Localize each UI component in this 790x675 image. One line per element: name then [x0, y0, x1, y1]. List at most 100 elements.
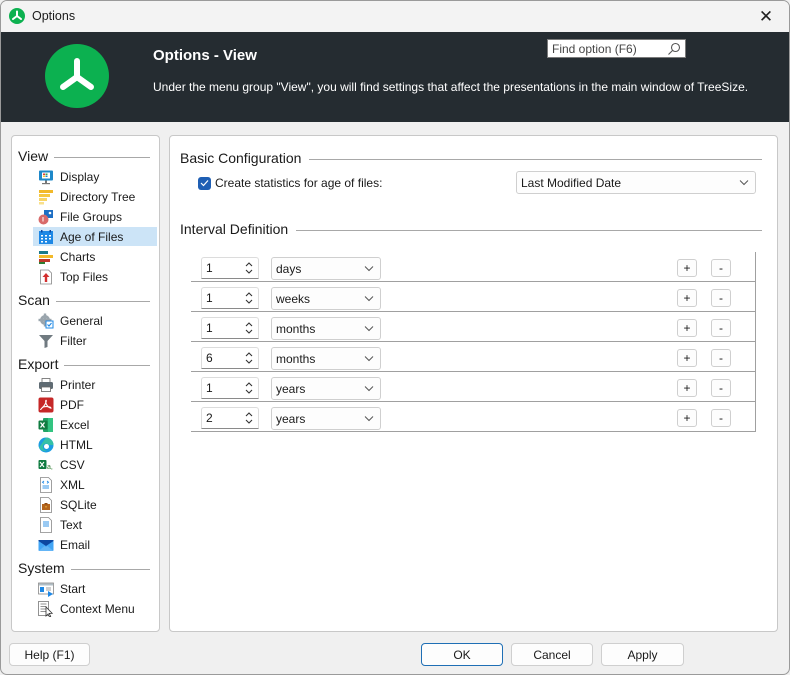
- chevron-down-icon: [364, 296, 374, 302]
- nav-item-sqlite[interactable]: SQLite: [33, 495, 157, 514]
- nav-item-label: Filter: [60, 333, 87, 348]
- nav-item-filter[interactable]: Filter: [33, 331, 157, 350]
- search-icon[interactable]: [667, 42, 681, 56]
- nav-item-pdf[interactable]: PDF: [33, 395, 157, 414]
- nav-item-excel[interactable]: Excel: [33, 415, 157, 434]
- interval-unit-dropdown[interactable]: months: [271, 347, 381, 370]
- text-file-icon: [38, 516, 54, 533]
- spinner-arrows-icon[interactable]: [245, 321, 253, 335]
- interval-value-spinner[interactable]: 6: [201, 347, 259, 369]
- remove-interval-label: -: [719, 261, 723, 275]
- context-menu-icon: [38, 600, 54, 618]
- nav-item-label: HTML: [60, 437, 93, 452]
- interval-value-spinner[interactable]: 1: [201, 257, 259, 279]
- nav-item-printer[interactable]: Printer: [33, 375, 157, 394]
- remove-interval-button[interactable]: -: [711, 289, 731, 307]
- add-interval-button[interactable]: +: [677, 379, 697, 397]
- nav-item-top-files[interactable]: Top Files: [33, 267, 157, 286]
- interval-unit: years: [276, 381, 306, 396]
- interval-unit: months: [276, 321, 316, 336]
- nav-item-directory-tree[interactable]: Directory Tree: [33, 187, 157, 206]
- interval-value: 1: [206, 381, 213, 395]
- nav-item-label: Excel: [60, 417, 90, 432]
- nav-item-email[interactable]: Email: [33, 535, 157, 554]
- spinner-arrows-icon[interactable]: [245, 381, 253, 395]
- ok-button[interactable]: OK: [421, 643, 503, 666]
- help-button-label: Help (F1): [24, 647, 75, 662]
- nav-item-age-of-files[interactable]: Age of Files: [33, 227, 157, 246]
- remove-interval-button[interactable]: -: [711, 409, 731, 427]
- interval-unit: months: [276, 351, 316, 366]
- top-files-icon: [38, 269, 54, 285]
- nav-item-label: Display: [60, 169, 100, 184]
- add-interval-button[interactable]: +: [677, 289, 697, 307]
- nav-item-text[interactable]: Text: [33, 515, 157, 534]
- interval-row: 6 months + -: [191, 342, 756, 372]
- interval-value-spinner[interactable]: 1: [201, 317, 259, 339]
- apply-button-label: Apply: [627, 647, 658, 662]
- chevron-down-icon: [364, 266, 374, 272]
- apply-button[interactable]: Apply: [601, 643, 684, 666]
- nav-item-label: Start: [60, 581, 86, 596]
- directory-tree-icon: [38, 189, 54, 205]
- nav-item-label: Directory Tree: [60, 189, 136, 204]
- nav-item-general[interactable]: General: [33, 311, 157, 330]
- nav-item-file-groups[interactable]: File Groups: [33, 207, 157, 226]
- add-interval-button[interactable]: +: [677, 409, 697, 427]
- nav-item-start[interactable]: Start: [33, 579, 157, 598]
- nav-item-html[interactable]: HTML: [33, 435, 157, 454]
- nav-item-label: CSV: [60, 457, 85, 472]
- interval-unit-dropdown[interactable]: years: [271, 407, 381, 430]
- nav-item-csv[interactable]: a, CSV: [33, 455, 157, 474]
- spinner-arrows-icon[interactable]: [245, 411, 253, 425]
- date-type-dropdown[interactable]: Last Modified Date: [516, 171, 756, 194]
- remove-interval-button[interactable]: -: [711, 379, 731, 397]
- chevron-down-icon: [364, 356, 374, 362]
- add-interval-label: +: [683, 411, 691, 425]
- remove-interval-button[interactable]: -: [711, 349, 731, 367]
- interval-value-spinner[interactable]: 1: [201, 377, 259, 399]
- nav-group-system: System: [18, 560, 150, 576]
- add-interval-button[interactable]: +: [677, 259, 697, 277]
- start-window-icon: [38, 581, 54, 597]
- interval-unit-dropdown[interactable]: months: [271, 317, 381, 340]
- create-statistics-label: Create statistics for age of files:: [215, 176, 383, 190]
- create-statistics-checkbox[interactable]: [198, 176, 211, 190]
- interval-unit: years: [276, 411, 306, 426]
- interval-unit: days: [276, 261, 302, 276]
- nav-item-charts[interactable]: Charts: [33, 247, 157, 266]
- nav-group-label: Scan: [18, 292, 50, 308]
- remove-interval-button[interactable]: -: [711, 259, 731, 277]
- cancel-button[interactable]: Cancel: [511, 643, 593, 666]
- interval-row: 1 years + -: [191, 372, 756, 402]
- nav-group-label: View: [18, 148, 49, 164]
- remove-interval-label: -: [719, 411, 723, 425]
- add-interval-button[interactable]: +: [677, 349, 697, 367]
- spinner-arrows-icon[interactable]: [245, 291, 253, 305]
- interval-unit-dropdown[interactable]: weeks: [271, 287, 381, 310]
- options-dialog: Options ✕ Options - View Under the menu …: [0, 0, 790, 675]
- spinner-arrows-icon[interactable]: [245, 261, 253, 275]
- spinner-arrows-icon[interactable]: [245, 351, 253, 365]
- interval-unit: weeks: [276, 291, 311, 306]
- remove-interval-button[interactable]: -: [711, 319, 731, 337]
- xml-file-icon: [38, 476, 54, 493]
- nav-item-display[interactable]: Display: [33, 167, 157, 186]
- help-button[interactable]: Help (F1): [9, 643, 90, 666]
- interval-value-spinner[interactable]: 2: [201, 407, 259, 429]
- remove-interval-label: -: [719, 381, 723, 395]
- divider: [54, 156, 150, 158]
- csv-icon: a,: [38, 457, 54, 473]
- find-option-input[interactable]: [548, 40, 663, 57]
- interval-value-spinner[interactable]: 1: [201, 287, 259, 309]
- treesize-logo-icon: [9, 8, 25, 24]
- add-interval-button[interactable]: +: [677, 319, 697, 337]
- close-button[interactable]: ✕: [743, 1, 789, 32]
- nav-item-xml[interactable]: XML: [33, 475, 157, 494]
- divider: [296, 229, 762, 231]
- options-navigation: View Display Directory Tree File Groups …: [11, 135, 160, 632]
- interval-unit-dropdown[interactable]: years: [271, 377, 381, 400]
- header-banner: Options - View Under the menu group "Vie…: [1, 32, 789, 122]
- interval-unit-dropdown[interactable]: days: [271, 257, 381, 280]
- nav-item-context-menu[interactable]: Context Menu: [33, 599, 157, 618]
